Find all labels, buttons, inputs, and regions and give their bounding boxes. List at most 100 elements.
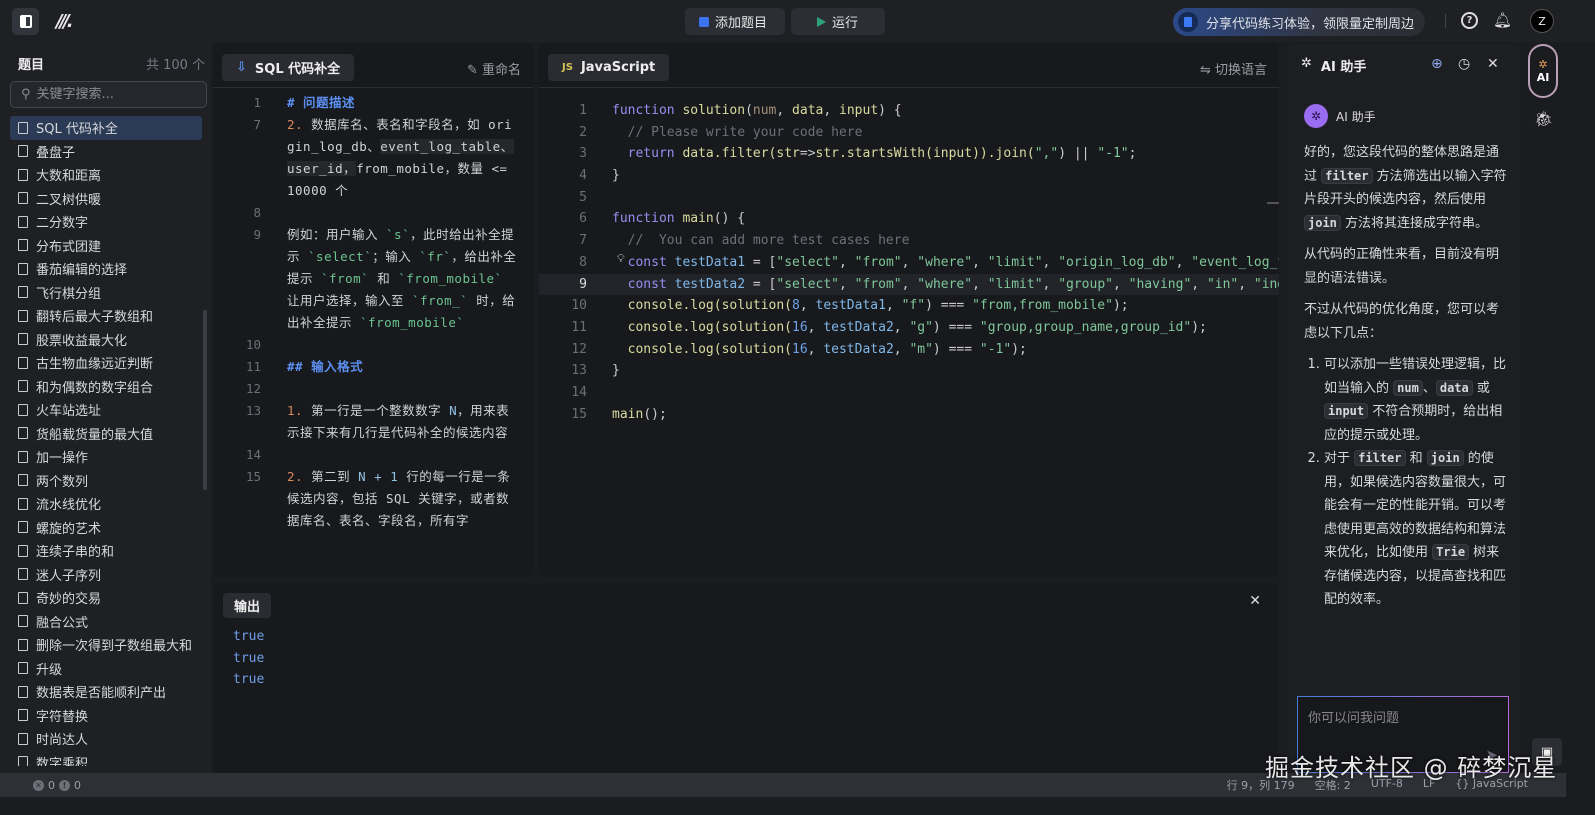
code-line[interactable]: 8 const testData1 = ["select", "from", "…	[539, 252, 1279, 274]
code-line[interactable]: 6 function main() {	[539, 208, 1279, 230]
sidebar-item[interactable]: 和为偶数的数字组合	[10, 375, 202, 399]
run-button[interactable]: 运行	[791, 8, 885, 35]
error-count[interactable]: 0	[48, 779, 55, 792]
sidebar-item[interactable]: 飞行棋分组	[10, 281, 202, 305]
token: 方法将其连接成字符串。	[1340, 215, 1489, 231]
problem-markdown[interactable]: 1 # 问题描述 7 2. 数据库名、表名和字段名，如 origin_log_db、e…	[213, 92, 533, 532]
sidebar-item[interactable]: 二叉树供暖	[10, 187, 202, 211]
sidebar-item[interactable]: 番茄编辑的选择	[10, 257, 202, 281]
sidebar-item[interactable]: 古生物血缘远近判断	[10, 351, 202, 375]
rename-button[interactable]: ✎ 重命名	[467, 59, 521, 78]
token: return	[612, 146, 683, 162]
code-line[interactable]: 2 // Please write your code here	[539, 122, 1279, 144]
line-content: // You can add more test cases here	[612, 230, 910, 252]
code-line[interactable]: 9 const testData2 = ["select", "from", "…	[539, 273, 1279, 296]
divider	[1445, 14, 1446, 28]
new-chat-icon[interactable]: ⊕	[1431, 56, 1443, 72]
language-tab[interactable]: JS JavaScript	[548, 54, 670, 81]
sidebar-item[interactable]: 两个数列	[10, 469, 202, 493]
code-line[interactable]: 5	[539, 187, 1279, 209]
sidebar-item[interactable]: 二分数字	[10, 210, 202, 234]
sidebar-item[interactable]: 升级	[10, 657, 202, 681]
sidebar-item[interactable]: 火车站选址	[10, 398, 202, 422]
close-icon[interactable]: ✕	[1487, 56, 1499, 72]
code-line[interactable]: 12 console.log(solution(16, testData2, "…	[539, 339, 1279, 361]
file-icon	[18, 638, 28, 651]
line-number: 7	[579, 233, 587, 249]
sidebar-toggle-button[interactable]	[12, 8, 39, 35]
line-content: console.log(solution(8, testData1, "f") …	[612, 295, 1129, 317]
sidebar-item[interactable]: 大数和距离	[10, 163, 202, 187]
sidebar-item[interactable]: 股票收益最大化	[10, 328, 202, 352]
lightbulb-icon[interactable]: 💡︎	[617, 252, 625, 266]
switch-language-button[interactable]: ⇋ 切换语言	[1200, 59, 1267, 78]
token: 16	[792, 319, 808, 335]
warning-count[interactable]: 0	[74, 779, 81, 792]
file-icon	[18, 427, 28, 440]
sidebar-item[interactable]: 分布式团建	[10, 234, 202, 258]
problem-tab[interactable]: ⇩ SQL 代码补全	[222, 54, 355, 81]
bug-icon[interactable]: 🐞︎	[1534, 110, 1553, 128]
token: "f"	[901, 298, 926, 314]
token: ,	[901, 276, 918, 292]
token: = [	[745, 276, 777, 292]
bell-icon[interactable]: 🔔︎	[1493, 11, 1512, 29]
token: 从代码的正确性来看，目前没有明显的语法错误。	[1304, 247, 1500, 286]
token: "g"	[909, 319, 933, 335]
code-line[interactable]: 14	[539, 382, 1279, 404]
switch-language-label: 切换语言	[1214, 63, 1267, 78]
code-line[interactable]: 13}	[539, 360, 1279, 382]
sidebar-item[interactable]: 加一操作	[10, 445, 202, 469]
output-tab[interactable]: 输出	[223, 593, 272, 618]
close-icon[interactable]: ✕	[1249, 593, 1261, 609]
history-icon[interactable]: ◷	[1458, 56, 1470, 72]
code-area[interactable]: 1 function solution(num, data, input) {2 …	[539, 100, 1279, 425]
add-problem-button[interactable]: 添加题目	[685, 8, 785, 35]
line-number: 15	[571, 406, 587, 422]
token: "origin_log_db"	[1058, 254, 1176, 270]
token: = [	[745, 254, 777, 270]
token: function	[612, 103, 683, 118]
sidebar-item[interactable]: SQL 代码补全	[10, 116, 202, 140]
code-line[interactable]: 3 return data.filter(str=>str.startsWith…	[539, 143, 1279, 165]
sidebar-item[interactable]: 流水线优化	[10, 492, 202, 516]
sidebar-item-label: 螺旋的艺术	[36, 521, 102, 537]
code-line[interactable]: 15 main();	[539, 404, 1279, 426]
code-line[interactable]: 11 console.log(solution(16, testData2, "…	[539, 317, 1279, 339]
problem-sidebar: 题目 共 100 个 ⚲ SQL 代码补全叠盘子大数和距离二叉树供暖二分数字分布…	[0, 42, 211, 773]
sidebar-item[interactable]: 融合公式	[10, 610, 202, 634]
search-input[interactable]	[36, 87, 197, 102]
sidebar-item[interactable]: 时尚达人	[10, 727, 202, 751]
code-line[interactable]: 4}	[539, 165, 1279, 187]
marscode-logo[interactable]: ///.	[56, 11, 73, 32]
sidebar-item[interactable]: 删除一次得到子数组最大和	[10, 633, 202, 657]
file-icon	[18, 521, 28, 534]
sidebar-item[interactable]: 迷人子序列	[10, 563, 202, 587]
code-line[interactable]: 10 console.log(solution(8, testData1, "f…	[539, 295, 1279, 317]
line-content: ## 输入格式	[287, 356, 519, 378]
sidebar-item[interactable]: 叠盘子	[10, 140, 202, 164]
ai-toggle-button[interactable]: ✲ AI	[1528, 44, 1558, 98]
token: 和	[369, 271, 399, 286]
sidebar-item[interactable]: 连续子串的和	[10, 539, 202, 563]
line-content: console.log(solution(16, testData2, "g")…	[612, 317, 1207, 339]
code-line[interactable]: 7 // You can add more test cases here	[539, 230, 1279, 252]
line-content: // Please write your code here	[612, 122, 863, 144]
sidebar-item[interactable]: 奇妙的交易	[10, 586, 202, 610]
sidebar-item[interactable]: 螺旋的艺术	[10, 516, 202, 540]
inline-code: num	[1393, 379, 1423, 396]
sidebar-item[interactable]: 数字乘积	[10, 751, 202, 766]
token: ;	[1128, 146, 1137, 162]
search-box[interactable]: ⚲	[10, 81, 207, 108]
sidebar-scrollbar[interactable]	[203, 310, 207, 490]
avatar[interactable]: Z	[1530, 9, 1554, 33]
line-content: main();	[612, 404, 667, 426]
sidebar-item[interactable]: 字符替换	[10, 704, 202, 728]
help-icon[interactable]: ?	[1461, 12, 1478, 29]
sidebar-item[interactable]: 货船载货量的最大值	[10, 422, 202, 446]
token: // Please write your code here	[612, 124, 863, 140]
code-line[interactable]: 1 function solution(num, data, input) {	[539, 100, 1279, 122]
sidebar-item[interactable]: 数据表是否能顺利产出	[10, 680, 202, 704]
promo-banner[interactable]: 分享代码练习体验，领限量定制周边	[1173, 8, 1425, 36]
sidebar-item[interactable]: 翻转后最大子数组和	[10, 304, 202, 328]
